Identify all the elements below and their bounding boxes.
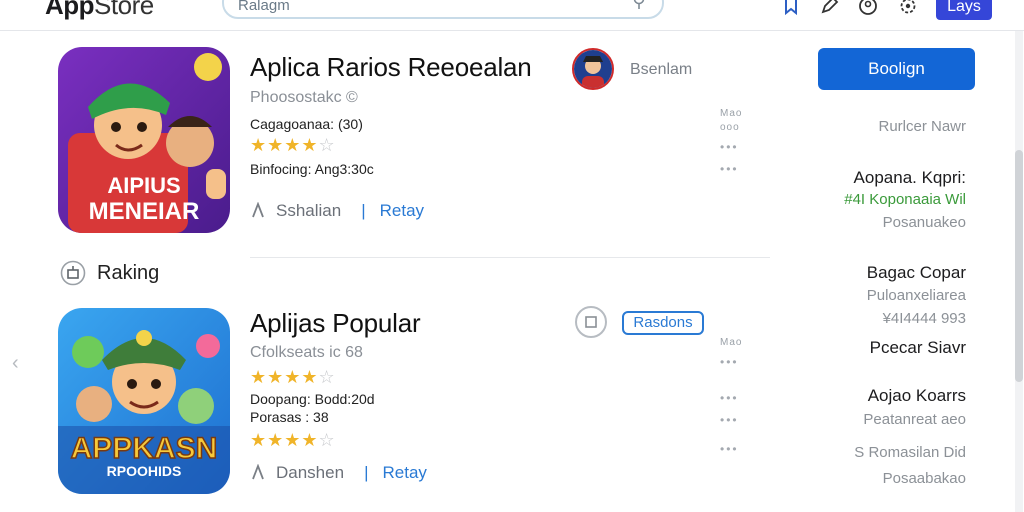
rating-stars-1: ★★★★☆ bbox=[250, 135, 336, 155]
logo-bold-text: App bbox=[45, 0, 95, 20]
section-title: Raking bbox=[97, 262, 160, 284]
app-category-1: Cagagoanaa: (30) bbox=[250, 116, 363, 132]
app-actions-2: Danshen | Retay bbox=[250, 463, 427, 483]
right-line: Posanuakeo bbox=[882, 214, 966, 231]
right-line: #4I Koponaaia Wil bbox=[844, 191, 966, 208]
right-line: Puloanxeliarea bbox=[866, 287, 966, 304]
publisher-name[interactable]: Bsenlam bbox=[630, 61, 692, 79]
rating-stars-2b: ★★★★☆ bbox=[250, 430, 336, 450]
app-actions-1: Sshalian | Retay bbox=[250, 201, 424, 221]
tag-icon[interactable] bbox=[575, 306, 607, 338]
rating-stars-2: ★★★★☆ bbox=[250, 367, 336, 387]
publisher-avatar[interactable] bbox=[572, 48, 614, 90]
logo-light-text: Store bbox=[94, 0, 154, 20]
icon-text-line-2: MENEIAR bbox=[89, 198, 200, 225]
right-line[interactable]: Aopana. Kqpri: bbox=[854, 168, 966, 188]
app-subtitle-2: Cfolkseats ic 68 bbox=[250, 344, 363, 361]
search-icon[interactable] bbox=[632, 0, 646, 10]
more-icon[interactable]: ••• bbox=[720, 391, 739, 405]
search-input[interactable]: Ralagm bbox=[222, 0, 664, 19]
action-left-1[interactable]: Sshalian bbox=[276, 201, 341, 220]
app-info-2: Doopang: Bodd:20d bbox=[250, 391, 375, 407]
bookmark-icon[interactable] bbox=[781, 0, 801, 16]
right-line: Peatanreat aeo bbox=[863, 411, 966, 428]
right-line: Posaabakao bbox=[882, 470, 966, 487]
ranking-icon bbox=[60, 260, 86, 286]
action-left-2[interactable]: Danshen bbox=[276, 463, 344, 482]
section-divider bbox=[250, 257, 770, 258]
header-action-button[interactable]: Lays bbox=[936, 0, 992, 20]
right-line: Rurlcer Nawr bbox=[878, 118, 966, 135]
icon-text-line-1: AIPIUS bbox=[107, 173, 180, 198]
more-icon[interactable]: ••• bbox=[720, 162, 739, 176]
retry-link-1[interactable]: Retay bbox=[380, 201, 424, 220]
chevron-left-icon[interactable]: ‹ bbox=[12, 352, 19, 375]
top-bar: AppStore Ralagm Lays bbox=[0, 0, 1024, 31]
recommend-tag[interactable]: Rasdons bbox=[622, 311, 704, 335]
right-line[interactable]: Bagac Copar bbox=[867, 263, 966, 283]
app-title-2[interactable]: Aplijas Popular bbox=[250, 308, 421, 339]
app-info-2b: Porasas : 38 bbox=[250, 409, 329, 425]
right-line[interactable]: Aojao Koarrs bbox=[868, 386, 966, 406]
mini-label-1: Mao bbox=[720, 108, 743, 119]
game-art-image: APPKASN RPOOHIDS bbox=[58, 308, 230, 494]
settings-icon[interactable] bbox=[898, 0, 918, 16]
more-icon[interactable]: ••• bbox=[720, 413, 739, 427]
retry-link-2[interactable]: Retay bbox=[382, 463, 426, 482]
primary-action-button[interactable]: Boolign bbox=[818, 48, 975, 90]
game-art-image: AIPIUS MENEIAR bbox=[58, 47, 230, 233]
edit-icon[interactable] bbox=[819, 0, 839, 16]
app-store-logo[interactable]: AppStore bbox=[45, 0, 154, 21]
app-subtitle-1: Phoosostakc © bbox=[250, 89, 358, 106]
more-icon[interactable]: ••• bbox=[720, 355, 739, 369]
app-title-1[interactable]: Aplica Rarios Reeoealan bbox=[250, 52, 532, 83]
more-icon[interactable]: ••• bbox=[720, 442, 739, 456]
person-icon bbox=[252, 201, 264, 218]
right-line: S Romasilan Did bbox=[854, 444, 966, 461]
icon-text-line-2: RPOOHIDS bbox=[107, 463, 182, 479]
scrollbar-thumb[interactable] bbox=[1015, 150, 1023, 382]
mini-label-1b: ooo bbox=[720, 122, 740, 133]
account-icon[interactable] bbox=[858, 0, 878, 16]
app-icon-1[interactable]: AIPIUS MENEIAR bbox=[58, 47, 230, 233]
more-icon[interactable]: ••• bbox=[720, 140, 739, 154]
app-icon-2[interactable]: APPKASN RPOOHIDS bbox=[58, 308, 230, 494]
app-info-1: Binfocing: Ang3:30c bbox=[250, 161, 374, 177]
right-line[interactable]: Pcecar Siavr bbox=[870, 338, 966, 358]
person-icon bbox=[252, 463, 264, 480]
right-line: ¥4I4444 993 bbox=[882, 310, 966, 327]
search-placeholder: Ralagm bbox=[238, 0, 290, 14]
mini-label-2: Mao bbox=[720, 337, 743, 348]
icon-text-line-1: APPKASN bbox=[71, 432, 218, 465]
